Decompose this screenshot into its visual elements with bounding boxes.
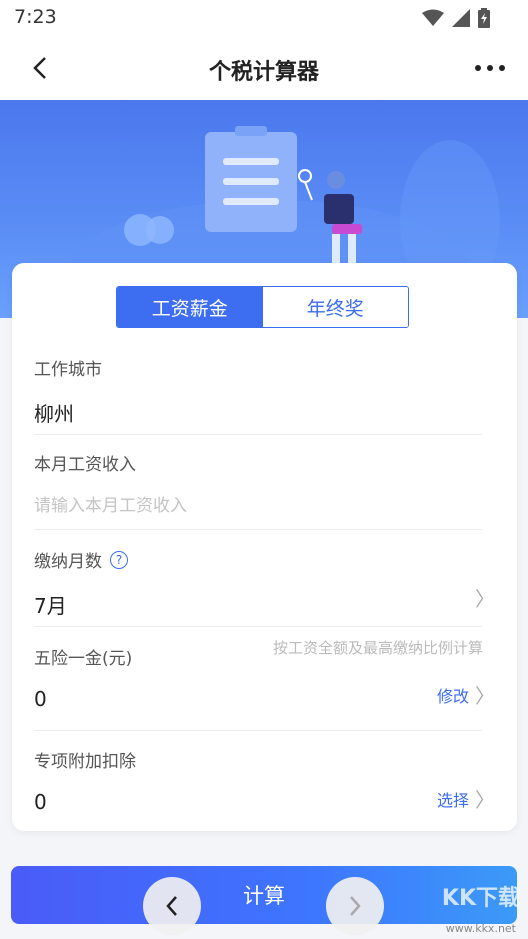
- tab-year-end-bonus[interactable]: 年终奖: [262, 287, 408, 327]
- status-time: 7:23: [14, 6, 57, 28]
- months-field[interactable]: 缴纳月数? 7月: [34, 547, 482, 619]
- deduction-field: 专项附加扣除 0: [34, 747, 482, 814]
- form-card: 工资薪金 年终奖 工作城市 柳州 本月工资收入 请输入本月工资收入 缴纳月数? …: [12, 263, 517, 831]
- prev-page-button[interactable]: [143, 877, 201, 935]
- page-title: 个税计算器: [208, 60, 319, 85]
- salary-type-tabs: 工资薪金 年终奖: [116, 286, 409, 328]
- insurance-label: 五险一金(元): [34, 649, 133, 669]
- app-bar: 个税计算器: [0, 36, 528, 100]
- watermark-logo: KK下载: [441, 886, 520, 911]
- insurance-edit-label: 修改: [436, 686, 469, 706]
- deduction-label: 专项附加扣除: [34, 752, 136, 772]
- next-page-button[interactable]: [326, 877, 384, 935]
- chevron-left-icon: [166, 896, 177, 916]
- wifi-icon: [422, 9, 444, 26]
- divider: [34, 434, 482, 435]
- battery-icon: [478, 8, 490, 28]
- city-label: 工作城市: [34, 360, 102, 380]
- insurance-field: 五险一金(元) 0: [34, 644, 482, 711]
- chevron-right-icon: 〉: [475, 788, 495, 812]
- signal-icon: [452, 9, 470, 27]
- status-icons: [422, 8, 490, 28]
- months-select-button[interactable]: 〉: [475, 583, 495, 612]
- income-label: 本月工资收入: [34, 455, 136, 475]
- chevron-right-icon: [350, 896, 361, 916]
- city-field[interactable]: 工作城市 柳州: [34, 355, 482, 427]
- divider: [34, 730, 482, 731]
- income-field[interactable]: 本月工资收入 请输入本月工资收入: [34, 450, 482, 516]
- months-value: 7月: [34, 594, 67, 618]
- status-bar: 7:23: [0, 0, 528, 36]
- income-input[interactable]: 请输入本月工资收入: [34, 491, 482, 516]
- help-icon[interactable]: ?: [110, 550, 128, 569]
- more-options-button[interactable]: [470, 50, 510, 86]
- chevron-right-icon: 〉: [475, 684, 495, 708]
- divider: [34, 626, 482, 627]
- divider: [34, 529, 482, 530]
- chevron-right-icon: 〉: [475, 587, 495, 611]
- insurance-value: 0: [34, 687, 47, 711]
- calculate-label: 计算: [243, 884, 285, 908]
- deduction-select-button[interactable]: 选择 〉: [437, 784, 495, 813]
- deduction-select-label: 选择: [436, 790, 469, 810]
- city-value: 柳州: [34, 402, 74, 426]
- deduction-value: 0: [34, 790, 47, 814]
- months-label: 缴纳月数: [34, 552, 102, 572]
- watermark-url: www.kkx.net: [445, 922, 516, 935]
- insurance-edit-button[interactable]: 修改 〉: [437, 680, 495, 709]
- more-dots-icon: [475, 65, 505, 71]
- tab-salary[interactable]: 工资薪金: [117, 287, 263, 327]
